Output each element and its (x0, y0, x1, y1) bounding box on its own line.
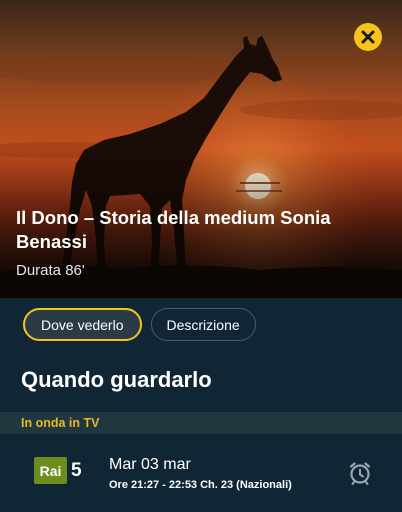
tab-bar: Dove vederlo Descrizione (23, 308, 256, 341)
channel-logo-number: 5 (71, 459, 82, 481)
broadcast-day: Mar 03 mar (109, 456, 191, 473)
section-title: Quando guardarlo (21, 367, 212, 392)
channel-logo-box: Rai (34, 457, 67, 484)
on-air-label: In onda in TV (21, 416, 100, 430)
on-air-band: In onda in TV (0, 412, 402, 434)
close-button[interactable] (354, 23, 382, 51)
tab-descrizione[interactable]: Descrizione (150, 308, 256, 341)
channel-logo: Rai 5 (34, 457, 82, 484)
schedule-row[interactable]: Rai 5 Mar 03 mar Ore 21:27 - 22:53 Ch. 2… (0, 440, 402, 512)
alarm-clock-icon[interactable] (347, 460, 373, 486)
tab-dove-vederlo[interactable]: Dove vederlo (23, 308, 142, 341)
program-duration: Durata 86' (16, 262, 85, 279)
program-title: Il Dono – Storia della medium Sonia Bena… (16, 207, 331, 252)
close-icon (361, 30, 375, 44)
broadcast-time: Ore 21:27 - 22:53 Ch. 23 (Nazionali) (109, 479, 292, 491)
